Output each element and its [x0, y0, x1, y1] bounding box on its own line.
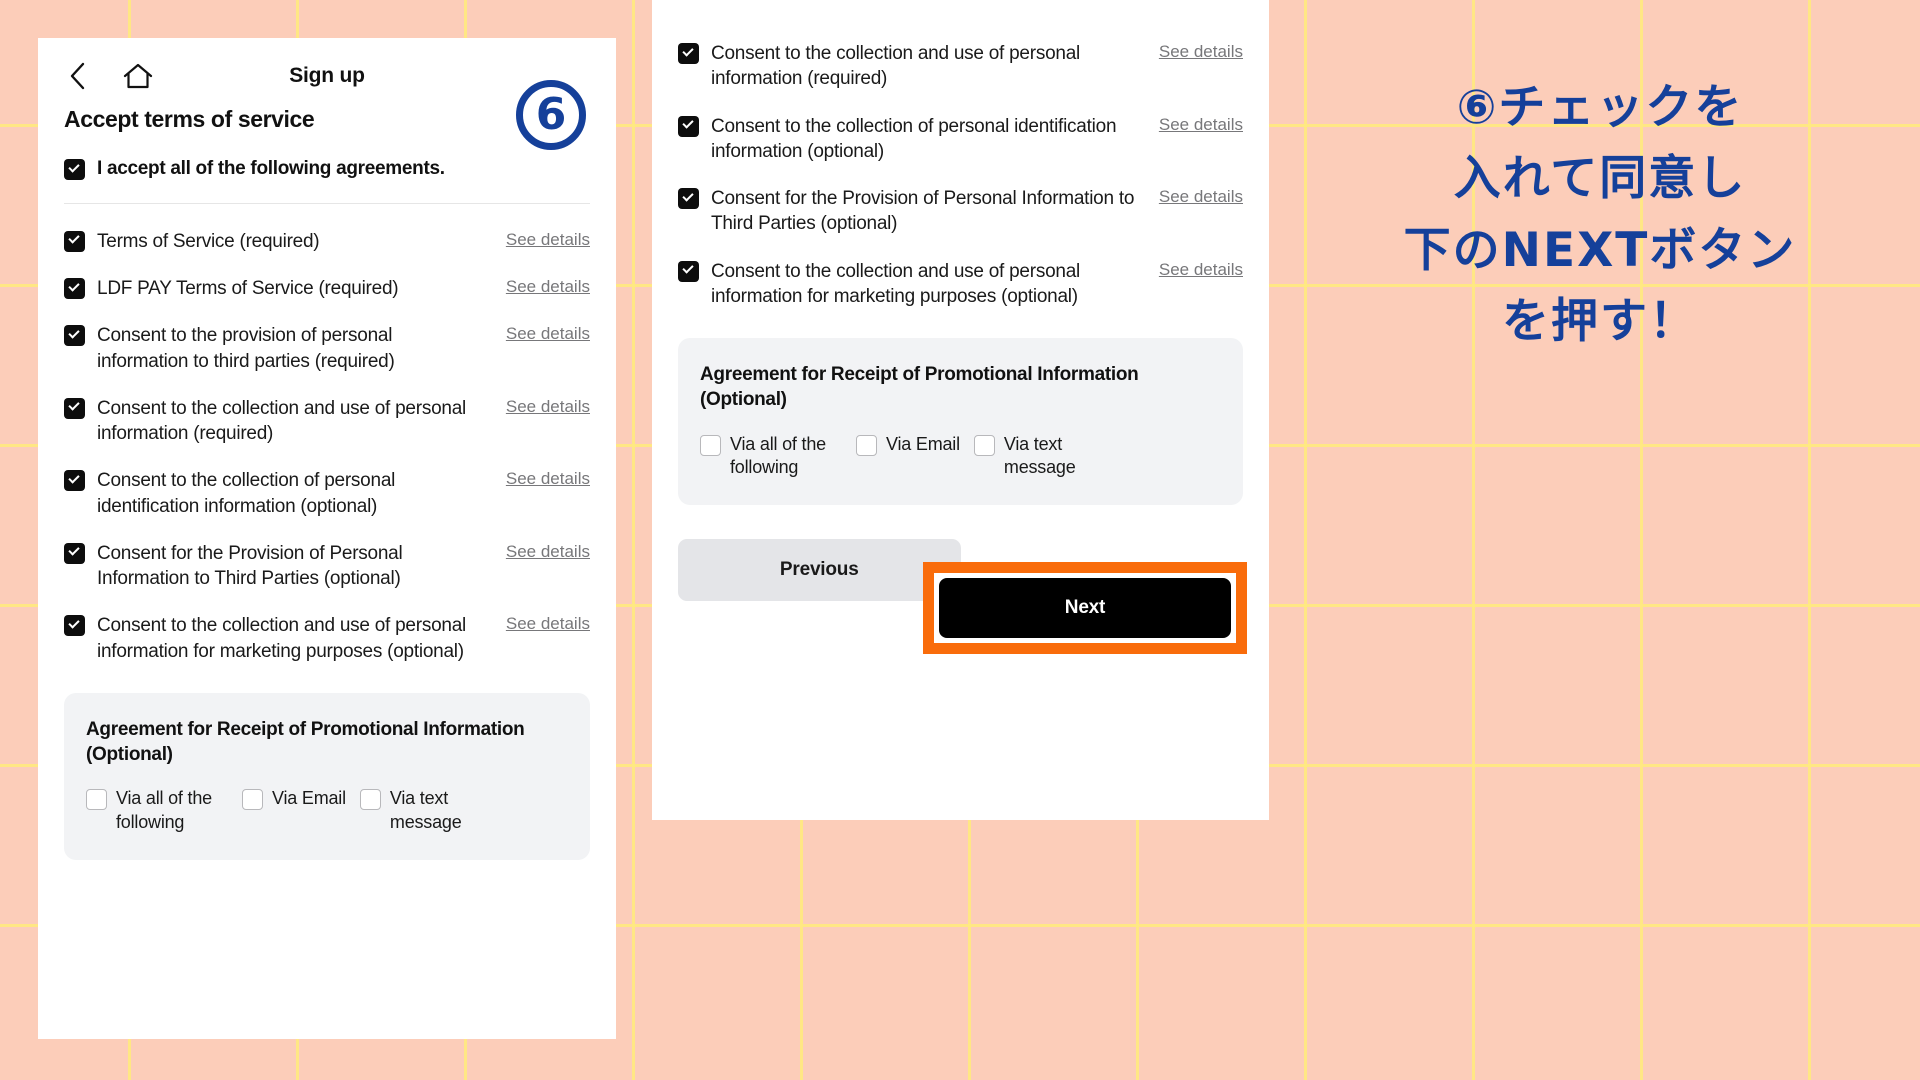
agreement-label: Terms of Service (required): [97, 230, 320, 252]
promo-option-sms[interactable]: Via text message: [973, 433, 1088, 480]
next-button[interactable]: Next: [939, 578, 1231, 638]
accept-all-label: I accept all of the following agreements…: [97, 158, 445, 179]
promo-checkbox-email[interactable]: [242, 789, 263, 811]
promo-option-label: Via text message: [1003, 433, 1076, 478]
promo-options: Via all of the following Via Email Via t…: [86, 787, 568, 834]
promo-option-sms[interactable]: Via text message: [359, 787, 474, 834]
agreement-row[interactable]: Consent to the collection and use of per…: [64, 602, 590, 675]
previous-button[interactable]: Previous: [678, 539, 961, 602]
see-details-link[interactable]: See details: [1159, 260, 1243, 280]
chevron-left-icon[interactable]: [64, 60, 90, 92]
promo-option-label: Via all of the following: [730, 433, 826, 478]
agreement-row[interactable]: Consent for the Provision of Personal In…: [64, 530, 590, 603]
promo-box-title: Agreement for Receipt of Promotional Inf…: [700, 364, 1139, 411]
agreement-checkbox[interactable]: [678, 260, 699, 282]
next-button-highlight: Next: [923, 562, 1247, 654]
agreement-label: LDF PAY Terms of Service (required): [97, 278, 399, 300]
agreement-checkbox[interactable]: [64, 397, 85, 419]
promo-checkbox-all[interactable]: [86, 789, 107, 811]
agreement-checkbox[interactable]: [64, 542, 85, 564]
agreement-row[interactable]: Consent to the collection and use of per…: [678, 30, 1243, 103]
see-details-link[interactable]: See details: [1159, 42, 1243, 62]
agreement-checkbox[interactable]: [64, 615, 85, 637]
promo-option-email[interactable]: Via Email: [856, 433, 960, 456]
promo-options: Via all of the following Via Email Via t…: [700, 433, 1221, 480]
agreement-checkbox[interactable]: [64, 325, 85, 347]
agreement-label: Consent for the Provision of Personal In…: [97, 542, 403, 590]
agreement-row[interactable]: Consent to the collection and use of per…: [64, 385, 590, 458]
agreement-label: Consent to the collection and use of per…: [97, 397, 467, 445]
see-details-link[interactable]: See details: [506, 542, 590, 562]
agreement-checkbox[interactable]: [64, 278, 85, 300]
see-details-link[interactable]: See details: [1159, 187, 1243, 207]
annotation-line: ⑥チェックを: [1456, 80, 1744, 135]
agreement-row[interactable]: Terms of Service (required) See details: [64, 218, 590, 265]
agreement-label: Consent to the collection of personal id…: [97, 470, 396, 517]
agreement-label: Consent to the collection and use of per…: [97, 615, 467, 662]
signup-screen-right: Consent to the collection and use of per…: [652, 0, 1269, 820]
agreement-checkbox[interactable]: [678, 188, 699, 210]
promo-checkbox-sms[interactable]: [973, 434, 995, 456]
agreement-label: Consent to the provision of personal inf…: [97, 325, 395, 372]
agreement-row[interactable]: Consent to the collection of personal id…: [64, 457, 590, 530]
accept-all-checkbox[interactable]: [64, 159, 85, 180]
promo-box-title: Agreement for Receipt of Promotional Inf…: [86, 718, 525, 766]
see-details-link[interactable]: See details: [506, 277, 590, 297]
agreement-list-continued: Consent to the collection and use of per…: [652, 0, 1269, 320]
promotional-agreement-box: Agreement for Receipt of Promotional Inf…: [64, 692, 590, 861]
agreement-checkbox[interactable]: [678, 43, 699, 64]
agreement-row[interactable]: LDF PAY Terms of Service (required) See …: [64, 265, 590, 312]
agreement-checkbox[interactable]: [64, 470, 85, 492]
promo-checkbox-email[interactable]: [856, 434, 877, 456]
promo-checkbox-all[interactable]: [700, 434, 721, 456]
see-details-link[interactable]: See details: [506, 469, 590, 489]
agreement-label: Consent to the collection and use of per…: [711, 260, 1081, 307]
agreement-row[interactable]: Consent to the provision of personal inf…: [64, 312, 590, 385]
agreement-row[interactable]: Consent to the collection of personal id…: [678, 103, 1243, 176]
annotation-line: 下のNEXTボタン: [1403, 222, 1797, 278]
promo-option-all[interactable]: Via all of the following: [86, 787, 228, 834]
agreement-row[interactable]: Consent for the Provision of Personal In…: [678, 175, 1243, 248]
annotation-line: 入れて同意し: [1453, 151, 1747, 207]
home-icon[interactable]: [120, 60, 156, 92]
agreement-label: Consent for the Provision of Personal In…: [711, 188, 1135, 235]
see-details-link[interactable]: See details: [506, 230, 590, 250]
agreement-checkbox[interactable]: [64, 230, 85, 252]
promo-option-label: Via Email: [886, 433, 960, 454]
step-badge: 6: [516, 80, 586, 150]
promo-option-email[interactable]: Via Email: [242, 787, 346, 811]
see-details-link[interactable]: See details: [506, 614, 590, 634]
signup-screen-left: Sign up Accept terms of service 6 I acce…: [38, 38, 616, 1039]
agreement-list: Terms of Service (required) See details …: [38, 204, 616, 675]
see-details-link[interactable]: See details: [506, 397, 590, 417]
agreement-label: Consent to the collection of personal id…: [711, 115, 1117, 162]
promo-option-label: Via Email: [272, 788, 346, 809]
promotional-agreement-box: Agreement for Receipt of Promotional Inf…: [678, 338, 1243, 506]
promo-option-label: Via all of the following: [116, 788, 212, 832]
agreement-label: Consent to the collection and use of per…: [711, 43, 1081, 90]
instruction-annotation: ⑥チェックを 入れて同意し 下のNEXTボタン を押す！: [1310, 72, 1890, 358]
see-details-link[interactable]: See details: [1159, 115, 1243, 135]
agreement-row[interactable]: Consent to the collection and use of per…: [678, 248, 1243, 321]
promo-option-label: Via text message: [389, 788, 462, 832]
see-details-link[interactable]: See details: [506, 324, 590, 344]
agreement-checkbox[interactable]: [678, 115, 699, 137]
promo-checkbox-sms[interactable]: [359, 789, 381, 811]
promo-option-all[interactable]: Via all of the following: [700, 433, 842, 480]
annotation-line: を押す！: [1502, 294, 1698, 350]
